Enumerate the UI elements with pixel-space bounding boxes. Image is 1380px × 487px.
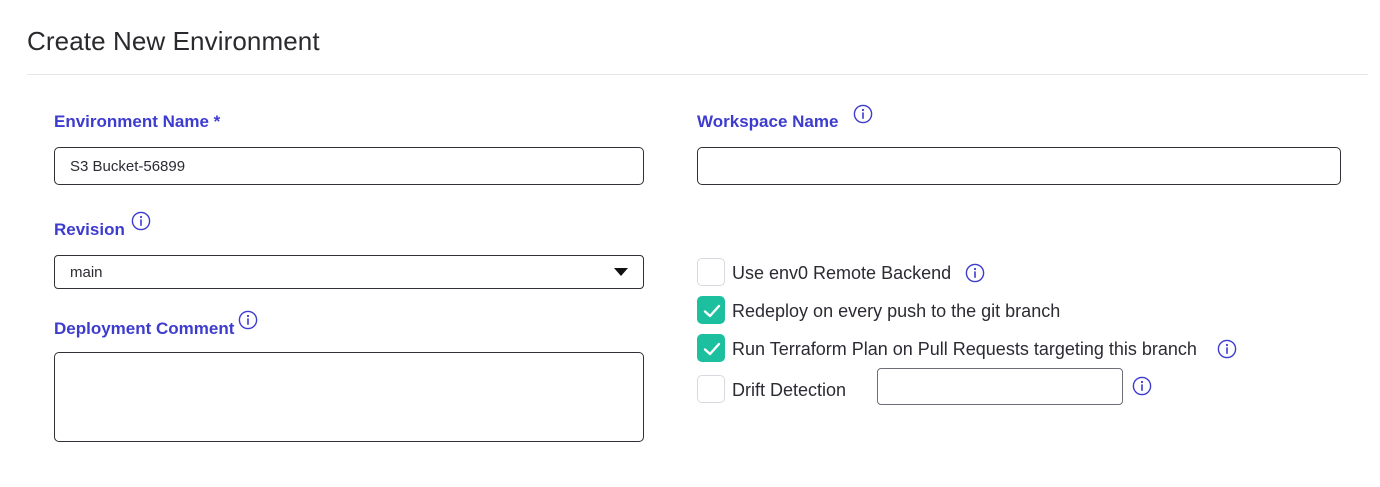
remote-backend-label: Use env0 Remote Backend — [732, 263, 952, 283]
deployment-comment-textarea[interactable] — [54, 352, 644, 442]
workspace-name-label: Workspace Name — [697, 112, 839, 131]
pr-plan-checkbox[interactable] — [697, 334, 725, 362]
environment-name-input[interactable] — [54, 147, 644, 185]
revision-select-value: main — [70, 264, 103, 281]
drift-detection-label: Drift Detection — [732, 380, 847, 400]
revision-select[interactable]: main — [54, 255, 644, 289]
drift-detection-checkbox[interactable] — [697, 375, 725, 403]
info-icon[interactable] — [853, 104, 873, 124]
redeploy-on-push-checkbox[interactable] — [697, 296, 725, 324]
info-icon[interactable] — [965, 263, 985, 283]
workspace-name-input[interactable] — [697, 147, 1341, 185]
page-title: Create New Environment — [27, 26, 320, 56]
chevron-down-icon — [614, 268, 628, 276]
revision-label: Revision — [54, 220, 125, 239]
remote-backend-checkbox[interactable] — [697, 258, 725, 286]
checkmark-icon — [703, 304, 721, 318]
deployment-comment-label: Deployment Comment — [54, 319, 235, 338]
info-icon[interactable] — [131, 211, 151, 231]
drift-detection-input[interactable] — [877, 368, 1123, 405]
environment-name-label: Environment Name * — [54, 112, 221, 131]
pr-plan-label: Run Terraform Plan on Pull Requests targ… — [732, 339, 1197, 359]
info-icon[interactable] — [238, 310, 258, 330]
checkmark-icon — [703, 342, 721, 356]
info-icon[interactable] — [1217, 339, 1237, 359]
redeploy-on-push-label: Redeploy on every push to the git branch — [732, 301, 1061, 321]
title-divider — [27, 74, 1368, 75]
info-icon[interactable] — [1132, 376, 1152, 396]
